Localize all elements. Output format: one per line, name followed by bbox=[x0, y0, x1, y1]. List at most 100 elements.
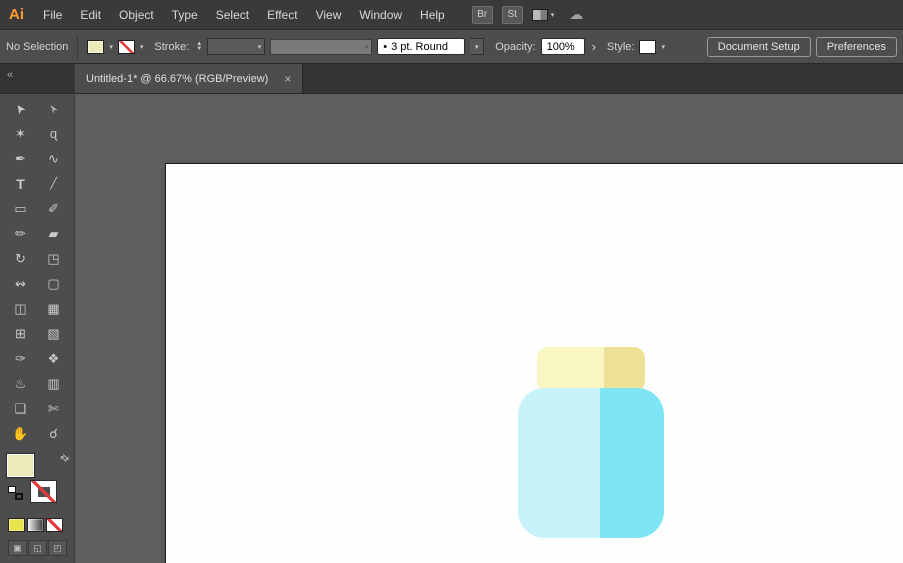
opacity-value: 100% bbox=[546, 40, 575, 53]
free-transform-tool[interactable]: ▢ bbox=[37, 271, 70, 296]
stroke-color-swatch[interactable] bbox=[30, 480, 57, 503]
menu-view[interactable]: View bbox=[307, 8, 351, 22]
eraser-tool[interactable]: ▰ bbox=[37, 221, 70, 246]
chevron-down-icon: ▾ bbox=[474, 43, 479, 51]
fill-color-dropdown[interactable] bbox=[87, 39, 105, 54]
mesh-tool[interactable]: ⊞ bbox=[4, 321, 37, 346]
scale-tool[interactable]: ◳ bbox=[37, 246, 70, 271]
brush-dropdown-button[interactable]: ▾ bbox=[470, 38, 485, 55]
hand-tool[interactable]: ✋ bbox=[4, 421, 37, 446]
none-button[interactable] bbox=[46, 518, 63, 532]
lasso-tool[interactable]: ɋ bbox=[37, 121, 70, 146]
color-button[interactable] bbox=[8, 518, 25, 532]
opacity-flyout-icon[interactable]: › bbox=[590, 39, 598, 54]
pen-icon: ✒ bbox=[15, 150, 26, 166]
menu-file[interactable]: File bbox=[34, 8, 71, 22]
brush-definition-field[interactable]: • 3 pt. Round bbox=[377, 38, 466, 55]
canvas[interactable] bbox=[75, 94, 903, 563]
lasso-icon: ɋ bbox=[49, 126, 58, 141]
jar-lid-shade bbox=[604, 347, 645, 392]
blend-tool[interactable]: ❖ bbox=[37, 346, 70, 371]
mesh-icon: ⊞ bbox=[15, 325, 26, 341]
preferences-button[interactable]: Preferences bbox=[815, 36, 897, 57]
fill-stroke-widget: ⇄ bbox=[6, 452, 71, 506]
line-segment-tool[interactable]: ╱ bbox=[37, 171, 70, 196]
tab-close-icon[interactable]: × bbox=[284, 72, 291, 86]
jar-body-shape[interactable] bbox=[518, 388, 664, 538]
gradient-button[interactable] bbox=[27, 518, 44, 532]
rotate-tool[interactable]: ↻ bbox=[4, 246, 37, 271]
artboard-icon: ❏ bbox=[14, 400, 27, 416]
illustrator-window: Ai File Edit Object Type Select Effect View Win… bbox=[0, 0, 903, 563]
draw-behind-button[interactable]: ◱ bbox=[28, 540, 47, 556]
eyedropper-icon: ✑ bbox=[15, 350, 26, 366]
eyedropper-tool[interactable]: ✑ bbox=[4, 346, 37, 371]
pen-tool[interactable]: ✒ bbox=[4, 146, 37, 171]
pencil-tool[interactable]: ✏ bbox=[4, 221, 37, 246]
gradient-tool[interactable]: ▧ bbox=[37, 321, 70, 346]
symbol-sprayer-tool[interactable]: ♨ bbox=[4, 371, 37, 396]
paintbrush-tool[interactable]: ✐ bbox=[37, 196, 70, 221]
type-tool[interactable]: T bbox=[4, 171, 37, 196]
shape-builder-icon: ◫ bbox=[14, 300, 27, 316]
menubar-right-cluster: Br St ▾ ☁ bbox=[471, 5, 583, 24]
chevron-down-icon[interactable]: ▾ bbox=[140, 43, 144, 51]
chevron-down-icon[interactable]: ▾ bbox=[109, 43, 113, 51]
rectangle-tool[interactable]: ▭ bbox=[4, 196, 37, 221]
draw-inside-icon: ◰ bbox=[53, 542, 62, 553]
stroke-color-dropdown[interactable] bbox=[117, 39, 135, 54]
scale-icon: ◳ bbox=[47, 250, 60, 266]
width-tool[interactable]: ↭ bbox=[4, 271, 37, 296]
style-swatch-dropdown[interactable] bbox=[639, 39, 657, 54]
menu-edit[interactable]: Edit bbox=[71, 8, 110, 22]
direct-selection-icon: ➢ bbox=[44, 100, 63, 117]
paintbrush-icon: ✐ bbox=[48, 200, 59, 216]
stepper-down-icon[interactable]: ▼ bbox=[196, 46, 202, 52]
default-stroke-square bbox=[15, 493, 23, 500]
collapse-panel-icon[interactable]: « bbox=[7, 69, 13, 81]
document-tab-bar: Untitled-1* @ 66.67% (RGB/Preview) × bbox=[75, 64, 903, 94]
magic-wand-tool[interactable]: ✶ bbox=[4, 121, 37, 146]
cs-live-icon[interactable]: ☁ bbox=[569, 6, 583, 23]
selection-tool[interactable]: ➤ bbox=[4, 96, 37, 121]
workspace-switcher[interactable]: ▾ bbox=[531, 8, 554, 21]
document-tab[interactable]: Untitled-1* @ 66.67% (RGB/Preview) × bbox=[75, 64, 304, 93]
stroke-weight-combo[interactable]: ▾ bbox=[207, 38, 266, 55]
zoom-icon: ☌ bbox=[49, 425, 58, 441]
draw-normal-button[interactable]: ▣ bbox=[8, 540, 27, 556]
curvature-tool[interactable]: ∿ bbox=[37, 146, 70, 171]
menu-select[interactable]: Select bbox=[207, 8, 258, 22]
perspective-grid-tool[interactable]: ▦ bbox=[37, 296, 70, 321]
chevron-down-icon[interactable]: ▾ bbox=[661, 43, 665, 51]
jar-lid-shape[interactable] bbox=[537, 347, 645, 392]
stock-button[interactable]: St bbox=[501, 5, 523, 24]
default-fill-stroke-icon[interactable] bbox=[8, 486, 23, 500]
menu-type[interactable]: Type bbox=[163, 8, 207, 22]
column-graph-tool[interactable]: ▥ bbox=[37, 371, 70, 396]
opacity-input[interactable]: 100% bbox=[540, 38, 585, 55]
swap-fill-stroke-icon[interactable]: ⇄ bbox=[57, 452, 71, 466]
chevron-down-icon: ▾ bbox=[364, 43, 369, 51]
symbol-sprayer-icon: ♨ bbox=[14, 375, 27, 391]
stroke-weight-stepper[interactable]: ▲ ▼ bbox=[196, 41, 202, 52]
document-column: Untitled-1* @ 66.67% (RGB/Preview) × bbox=[75, 64, 903, 563]
slice-icon: ✄ bbox=[48, 400, 59, 416]
menu-bar: Ai File Edit Object Type Select Effect View Win… bbox=[0, 0, 903, 30]
draw-inside-button[interactable]: ◰ bbox=[48, 540, 67, 556]
menu-object[interactable]: Object bbox=[110, 8, 163, 22]
menu-window[interactable]: Window bbox=[350, 8, 411, 22]
menu-help[interactable]: Help bbox=[411, 8, 454, 22]
line-segment-icon: ╱ bbox=[50, 178, 57, 190]
bridge-button[interactable]: Br bbox=[471, 5, 493, 24]
shape-builder-tool[interactable]: ◫ bbox=[4, 296, 37, 321]
artboard-tool[interactable]: ❏ bbox=[4, 396, 37, 421]
fill-color-swatch[interactable] bbox=[6, 453, 35, 478]
slice-tool[interactable]: ✄ bbox=[37, 396, 70, 421]
document-setup-button[interactable]: Document Setup bbox=[706, 36, 811, 57]
pencil-icon: ✏ bbox=[15, 225, 26, 241]
main-area: « ➤ ➢ ✶ ɋ ✒ ∿ T ╱ ▭ ✐ ✏ ▰ ↻ ◳ ↭ ▢ ◫ ▦ ⊞ ▧ ✑ ❖ ♨ ▥ ❏ ✄ ✋ ☌ ⇄ bbox=[0, 64, 903, 563]
eraser-icon: ▰ bbox=[48, 225, 59, 241]
zoom-tool[interactable]: ☌ bbox=[37, 421, 70, 446]
menu-effect[interactable]: Effect bbox=[258, 8, 306, 22]
direct-selection-tool[interactable]: ➢ bbox=[37, 96, 70, 121]
